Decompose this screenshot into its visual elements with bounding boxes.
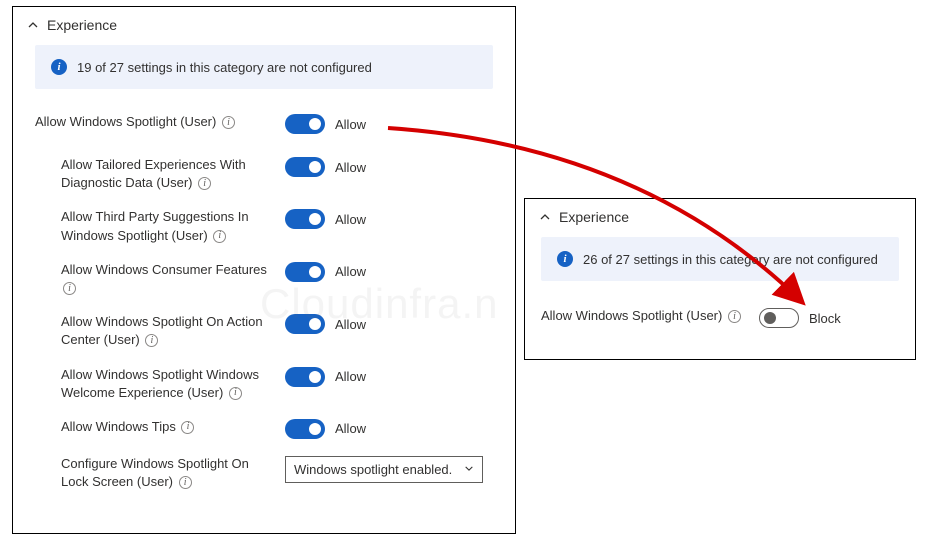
toggle-switch[interactable]: [285, 419, 325, 439]
setting-label: Allow Windows Tips i: [61, 418, 285, 436]
setting-control: Windows spotlight enabled.: [285, 455, 483, 483]
setting-row: Allow Windows Spotlight (User) i Block: [525, 293, 915, 336]
setting-label: Allow Windows Spotlight On Action Center…: [61, 313, 285, 349]
setting-label: Allow Windows Consumer Features i: [61, 261, 285, 297]
setting-label: Allow Third Party Suggestions In Windows…: [61, 208, 285, 244]
toggle-switch[interactable]: [285, 262, 325, 282]
setting-control: Allow: [285, 113, 366, 134]
setting-row: Allow Windows Consumer Features i Allow: [13, 253, 515, 305]
dropdown-value: Windows spotlight enabled.: [294, 462, 452, 477]
setting-label: Allow Windows Spotlight (User) i: [35, 113, 285, 131]
toggle-switch[interactable]: [285, 209, 325, 229]
help-icon[interactable]: i: [213, 230, 226, 243]
setting-label: Allow Tailored Experiences With Diagnost…: [61, 156, 285, 192]
setting-row: Allow Third Party Suggestions In Windows…: [13, 200, 515, 252]
toggle-state-label: Allow: [335, 160, 366, 175]
setting-row: Allow Windows Spotlight (User) i Allow: [13, 105, 515, 142]
chevron-up-icon: [539, 211, 551, 223]
toggle-state-label: Allow: [335, 421, 366, 436]
setting-control: Allow: [285, 313, 366, 334]
toggle-switch[interactable]: [759, 308, 799, 328]
setting-control: Block: [759, 307, 841, 328]
help-icon[interactable]: i: [145, 334, 158, 347]
section-title: Experience: [47, 17, 117, 33]
setting-row: Allow Windows Tips i Allow: [13, 410, 515, 447]
toggle-switch[interactable]: [285, 157, 325, 177]
info-banner: i 19 of 27 settings in this category are…: [35, 45, 493, 89]
setting-row: Allow Windows Spotlight Windows Welcome …: [13, 358, 515, 410]
section-header-experience[interactable]: Experience: [13, 7, 515, 39]
setting-row: Allow Tailored Experiences With Diagnost…: [13, 148, 515, 200]
help-icon[interactable]: i: [63, 282, 76, 295]
section-title: Experience: [559, 209, 629, 225]
setting-label: Allow Windows Spotlight Windows Welcome …: [61, 366, 285, 402]
setting-control: Allow: [285, 261, 366, 282]
help-icon[interactable]: i: [229, 387, 242, 400]
chevron-up-icon: [27, 19, 39, 31]
info-icon: i: [557, 251, 573, 267]
setting-label: Allow Windows Spotlight (User) i: [541, 307, 759, 325]
setting-control: Allow: [285, 156, 366, 177]
setting-control: Allow: [285, 208, 366, 229]
setting-label: Configure Windows Spotlight On Lock Scre…: [61, 455, 285, 491]
toggle-state-label: Allow: [335, 317, 366, 332]
setting-row: Configure Windows Spotlight On Lock Scre…: [13, 447, 515, 499]
toggle-state-label: Allow: [335, 264, 366, 279]
settings-panel-after: Experience i 26 of 27 settings in this c…: [524, 198, 916, 360]
help-icon[interactable]: i: [179, 476, 192, 489]
info-icon: i: [51, 59, 67, 75]
help-icon[interactable]: i: [222, 116, 235, 129]
help-icon[interactable]: i: [181, 421, 194, 434]
toggle-state-label: Allow: [335, 212, 366, 227]
setting-control: Allow: [285, 366, 366, 387]
toggle-switch[interactable]: [285, 114, 325, 134]
chevron-down-icon: [464, 462, 474, 477]
toggle-switch[interactable]: [285, 314, 325, 334]
section-header-experience[interactable]: Experience: [525, 199, 915, 231]
toggle-state-label: Allow: [335, 117, 366, 132]
toggle-state-label: Allow: [335, 369, 366, 384]
toggle-state-label: Block: [809, 311, 841, 326]
help-icon[interactable]: i: [728, 310, 741, 323]
info-banner-text: 26 of 27 settings in this category are n…: [583, 252, 878, 267]
setting-control: Allow: [285, 418, 366, 439]
info-banner-text: 19 of 27 settings in this category are n…: [77, 60, 372, 75]
setting-row: Allow Windows Spotlight On Action Center…: [13, 305, 515, 357]
settings-panel-before: Experience i 19 of 27 settings in this c…: [12, 6, 516, 534]
help-icon[interactable]: i: [198, 177, 211, 190]
dropdown-configure-spotlight[interactable]: Windows spotlight enabled.: [285, 456, 483, 483]
info-banner: i 26 of 27 settings in this category are…: [541, 237, 899, 281]
toggle-switch[interactable]: [285, 367, 325, 387]
